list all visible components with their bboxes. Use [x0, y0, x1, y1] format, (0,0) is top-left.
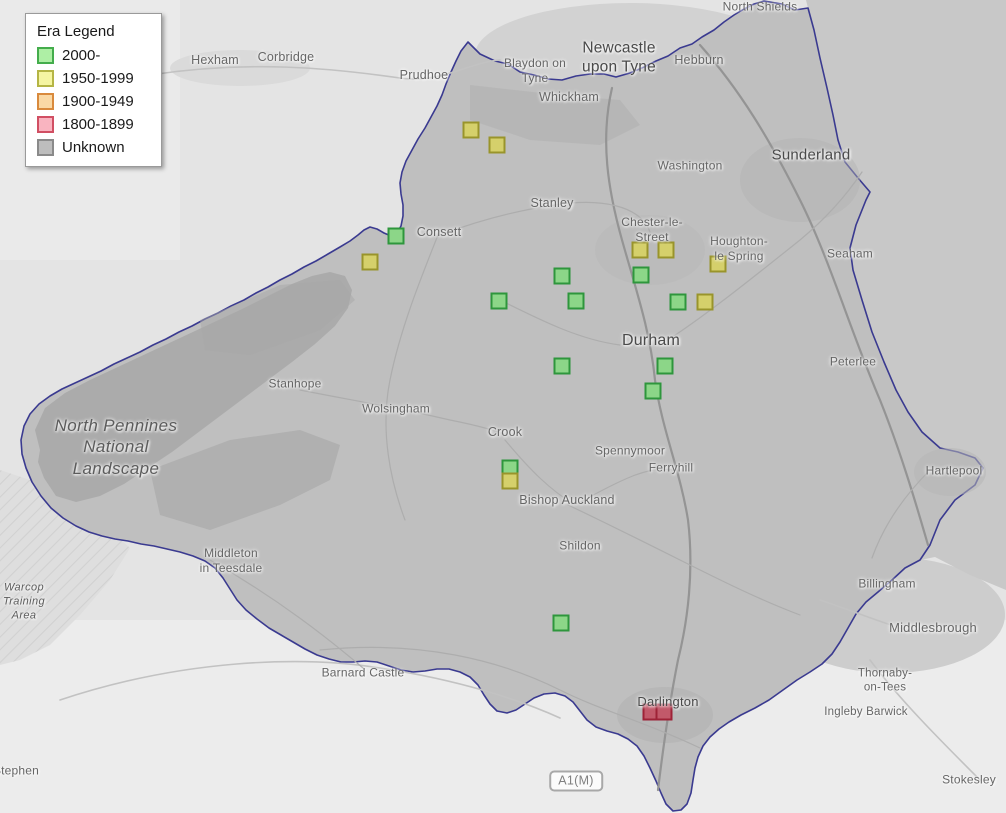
legend-label: Unknown: [62, 139, 125, 156]
legend-swatch-era1800: [37, 116, 54, 133]
map-canvas[interactable]: North ShieldsNewcastle upon TyneHebburnH…: [0, 0, 1006, 813]
legend-row-era1800: 1800-1899: [37, 116, 153, 133]
legend-label: 1900-1949: [62, 93, 134, 110]
map-marker-era2000[interactable]: [491, 293, 508, 310]
legend-row-era1900: 1900-1949: [37, 93, 153, 110]
map-marker-era2000[interactable]: [670, 294, 687, 311]
map-marker-era1950[interactable]: [710, 256, 727, 273]
legend-swatch-era2000: [37, 47, 54, 64]
legend-label: 1950-1999: [62, 70, 134, 87]
map-marker-era2000[interactable]: [633, 267, 650, 284]
map-marker-era1950[interactable]: [632, 242, 649, 259]
map-marker-era1950[interactable]: [362, 254, 379, 271]
map-marker-era2000[interactable]: [657, 358, 674, 375]
road-badge-a1m: A1(M): [549, 771, 603, 792]
legend-row-era2000: 2000-: [37, 47, 153, 64]
legend-row-era1950: 1950-1999: [37, 70, 153, 87]
legend-title: Era Legend: [37, 23, 153, 40]
legend-items: 2000- 1950-1999 1900-1949 1800-1899 Unknown: [37, 47, 153, 156]
map-marker-era2000[interactable]: [388, 228, 405, 245]
era-legend: Era Legend 2000- 1950-1999 1900-1949 1800-1…: [25, 13, 162, 167]
legend-label: 2000-: [62, 47, 100, 64]
map-marker-era2000[interactable]: [645, 383, 662, 400]
legend-swatch-era1950: [37, 70, 54, 87]
map-marker-era2000[interactable]: [554, 358, 571, 375]
map-marker-era1800[interactable]: [656, 704, 673, 721]
map-marker-era2000[interactable]: [553, 615, 570, 632]
legend-label: 1800-1899: [62, 116, 134, 133]
legend-row-unknown: Unknown: [37, 139, 153, 156]
map-marker-era1950[interactable]: [489, 137, 506, 154]
map-marker-era2000[interactable]: [568, 293, 585, 310]
legend-swatch-era1900: [37, 93, 54, 110]
map-marker-era1950[interactable]: [502, 473, 519, 490]
map-marker-era1950[interactable]: [463, 122, 480, 139]
map-marker-era1950[interactable]: [658, 242, 675, 259]
map-marker-era2000[interactable]: [554, 268, 571, 285]
map-marker-era1950[interactable]: [697, 294, 714, 311]
legend-swatch-unknown: [37, 139, 54, 156]
